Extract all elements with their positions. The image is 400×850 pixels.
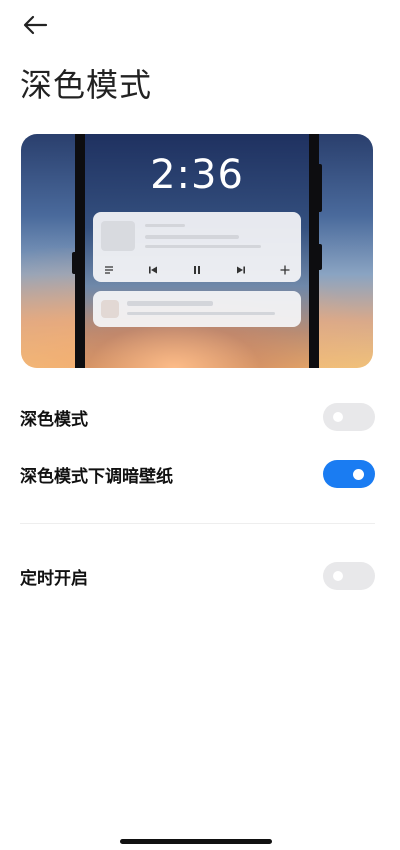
arrow-left-icon	[23, 15, 48, 35]
section-divider	[20, 523, 375, 524]
app-icon-placeholder	[101, 300, 119, 318]
toggle-knob	[333, 571, 343, 581]
setting-row-dim-wallpaper[interactable]: 深色模式下调暗壁纸	[20, 459, 375, 489]
toggle-knob	[333, 412, 343, 422]
dark-mode-preview-image: 2:36	[21, 134, 373, 368]
page-title: 深色模式	[20, 66, 153, 104]
dim-wallpaper-label: 深色模式下调暗壁纸	[20, 466, 173, 487]
placeholder-line	[145, 235, 239, 239]
scheduled-toggle[interactable]	[323, 562, 375, 590]
phone-mockup: 2:36	[75, 134, 319, 368]
lockscreen-clock: 2:36	[150, 152, 244, 198]
setting-row-dark-mode[interactable]: 深色模式	[20, 402, 375, 432]
back-button[interactable]	[20, 12, 50, 38]
music-controls	[93, 260, 301, 280]
notification-card	[93, 291, 301, 327]
pause-icon	[194, 266, 200, 274]
list-icon	[105, 266, 113, 274]
dark-mode-settings-page: 深色模式 2:36 深色模式 深色模式下调暗壁纸 定时开启	[0, 0, 400, 850]
album-art-placeholder	[101, 221, 135, 251]
dark-mode-toggle[interactable]	[323, 403, 375, 431]
music-notification-card	[93, 212, 301, 282]
placeholder-line	[145, 245, 261, 248]
toggle-knob	[353, 468, 364, 480]
placeholder-line	[145, 224, 185, 227]
placeholder-line	[127, 301, 213, 306]
plus-icon	[280, 265, 290, 275]
skip-next-icon	[237, 266, 245, 274]
home-indicator[interactable]	[120, 839, 272, 844]
placeholder-line	[127, 312, 275, 315]
dim-wallpaper-toggle[interactable]	[323, 460, 375, 488]
scheduled-label: 定时开启	[20, 568, 88, 589]
skip-previous-icon	[149, 266, 157, 274]
dark-mode-label: 深色模式	[20, 409, 88, 430]
setting-row-scheduled[interactable]: 定时开启	[20, 561, 375, 591]
